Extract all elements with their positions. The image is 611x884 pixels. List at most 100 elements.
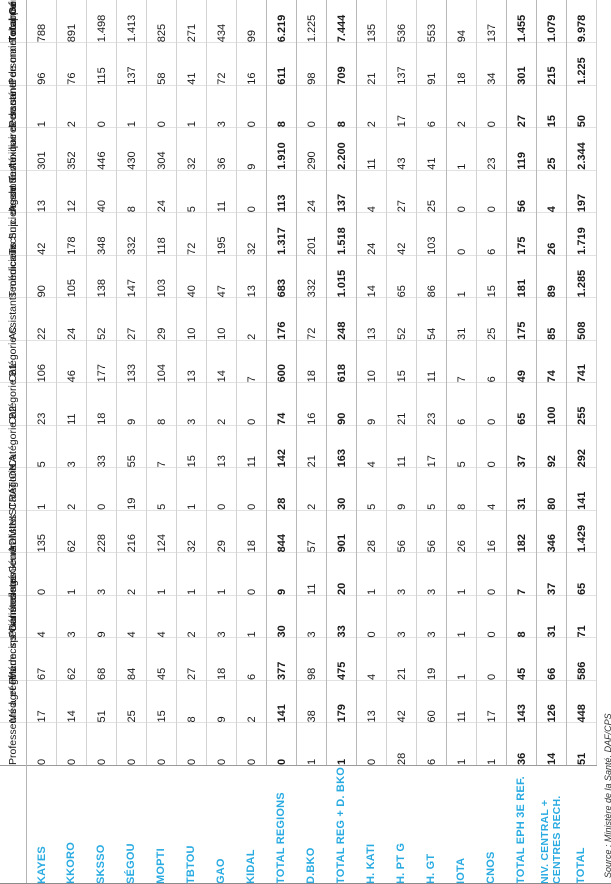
cell-med_gen: 475 [326, 637, 357, 681]
cell-assist_med: 22 [26, 297, 57, 341]
cell-tech_sup: 86 [416, 255, 447, 298]
cell-pers_maint: 2 [56, 85, 87, 128]
cell-assist_med: 508 [566, 297, 597, 341]
table-row: TOTAL REGIONS 0 141 377 30 9 844 28 142 74 600 176 6… [266, 0, 297, 884]
cell-pers_maint: 0 [236, 85, 267, 128]
cell-agent_tech: 137 [326, 170, 357, 213]
cell-tech_sup: 65 [386, 255, 417, 298]
cell-med_gen: 18 [206, 637, 237, 681]
table-row: SÉGOU 0 25 84 4 2 216 19 55 9 133 27 147 332 8 430 1 137 1… [116, 0, 147, 884]
column-header-aux_sante: Auxiliaires de santé [0, 79, 27, 171]
cell-med_pharm_spec: 14 [56, 680, 87, 723]
cell-aux_sante: 446 [86, 127, 117, 171]
column-header-med_pharm_spec: Méd. et Pharm. spécialistes [0, 594, 27, 723]
column-header-pers_appui: Personnel d'appui [0, 1, 27, 86]
cell-cat_b1: 18 [86, 382, 117, 426]
column-header-agent_tech: Agent Technique de santé [0, 91, 27, 213]
table-row: TBTOU 0 8 27 2 1 32 1 15 3 13 10 40 72 5 32 1 41 271 [176, 0, 207, 884]
cell-pharm_gen: 4 [146, 595, 177, 638]
cell-pers_maint: 8 [266, 85, 297, 128]
cell-tech_sante: 1.317 [266, 212, 297, 256]
cell-med_pharm_spec: 17 [26, 680, 57, 723]
cell-aux_sante: 301 [26, 127, 57, 171]
cell-cat_b1: 9 [356, 382, 387, 426]
cell-cat_b2: 5 [26, 425, 57, 468]
cell-pers_appui: 96 [26, 42, 57, 86]
cell-prof_agreges: 36 [506, 722, 537, 766]
table-row: GAO 0 9 18 3 1 29 0 13 2 14 10 47 195 11 36 3 72 434 [206, 0, 237, 884]
staff-by-region-table: Professeurs agrégés Méd. et Pharm. spécia… [0, 0, 597, 884]
cell-administration: 29 [206, 510, 237, 553]
cell-pers_maint: 0 [86, 85, 117, 128]
column-header-cat_b2: Catégorie B2 [0, 406, 27, 468]
cell-cat_a: 1 [176, 467, 207, 511]
cell-pharm_gen: 3 [56, 595, 87, 638]
cell-cat_c: 104 [146, 340, 177, 383]
cell-cat_b2: 37 [506, 425, 537, 468]
cell-tech_sup: 40 [176, 255, 207, 298]
cell-ingenieurs: 0 [236, 552, 267, 596]
cell-pers_appui: 301 [506, 42, 537, 86]
cell-assist_med: 10 [206, 297, 237, 341]
table-row: D.BKO 1 38 98 3 11 57 2 21 16 18 72 332 201 24 290 0 98 1.… [296, 0, 327, 884]
cell-administration: 216 [116, 510, 147, 553]
cell-cat_c: 11 [416, 340, 447, 383]
cell-agent_tech: 24 [296, 170, 327, 213]
cell-prof_agreges: 0 [236, 722, 267, 766]
cell-cat_c: 600 [266, 340, 297, 383]
cell-cat_c: 18 [296, 340, 327, 383]
cell-med_pharm_spec: 11 [446, 680, 477, 723]
cell-administration: 901 [326, 510, 357, 553]
cell-med_gen: 19 [416, 637, 447, 681]
cell-cat_c: 177 [86, 340, 117, 383]
cell-ingenieurs: 7 [506, 552, 537, 596]
column-header-tech_sup: Techniciens Sup. de santé [0, 175, 27, 298]
cell-pharm_gen: 4 [26, 595, 57, 638]
cell-cat_b2: 13 [206, 425, 237, 468]
cell-aux_sante: 352 [56, 127, 87, 171]
cell-med_gen: 68 [86, 637, 117, 681]
cell-pers_maint: 1 [176, 85, 207, 128]
cell-total_general: 94 [446, 0, 477, 43]
cell-administration: 18 [236, 510, 267, 553]
cell-pers_appui: 137 [116, 42, 147, 86]
cell-tech_sante: 348 [86, 212, 117, 256]
cell-med_gen: 6 [236, 637, 267, 681]
cell-total_general: 1.225 [296, 0, 327, 43]
cell-med_pharm_spec: 141 [266, 680, 297, 723]
header-row: Professeurs agrégés Méd. et Pharm. spécia… [0, 0, 27, 884]
cell-agent_tech: 11 [206, 170, 237, 213]
cell-agent_tech: 56 [506, 170, 537, 213]
cell-agent_tech: 5 [176, 170, 207, 213]
cell-med_gen: 84 [116, 637, 147, 681]
cell-agent_tech: 8 [116, 170, 147, 213]
cell-cat_b2: 0 [476, 425, 507, 468]
cell-med_pharm_spec: 51 [86, 680, 117, 723]
cell-cat_b2: 55 [116, 425, 147, 468]
cell-cat_b2: 5 [446, 425, 477, 468]
cell-med_gen: 67 [26, 637, 57, 681]
cell-agent_tech: 197 [566, 170, 597, 213]
cell-cat_b2: 163 [326, 425, 357, 468]
cell-administration: 26 [446, 510, 477, 553]
cell-pers_appui: 137 [386, 42, 417, 86]
cell-pharm_gen: 3 [296, 595, 327, 638]
row-header-mopti: MOPTI [146, 765, 177, 884]
table-row: KKORO 0 14 62 3 1 62 2 3 11 46 24 105 178 12 352 2 76 891 [56, 0, 87, 884]
cell-cat_b2: 21 [296, 425, 327, 468]
cell-assist_med: 176 [266, 297, 297, 341]
cell-pharm_gen: 8 [506, 595, 537, 638]
cell-aux_sante: 32 [176, 127, 207, 171]
column-header-tech_sante: Techniciens de santé [0, 157, 27, 256]
cell-pers_appui: 115 [86, 42, 117, 86]
cell-prof_agreges: 6 [416, 722, 447, 766]
cell-prof_agreges: 14 [536, 722, 567, 766]
cell-assist_med: 10 [176, 297, 207, 341]
cell-ingenieurs: 3 [386, 552, 417, 596]
cell-tech_sante: 103 [416, 212, 447, 256]
cell-cat_a: 5 [356, 467, 387, 511]
cell-total_general: 137 [476, 0, 507, 43]
rotated-table-wrapper: Professeurs agrégés Méd. et Pharm. spécia… [0, 0, 611, 884]
cell-cat_a: 141 [566, 467, 597, 511]
cell-cat_c: 10 [356, 340, 387, 383]
